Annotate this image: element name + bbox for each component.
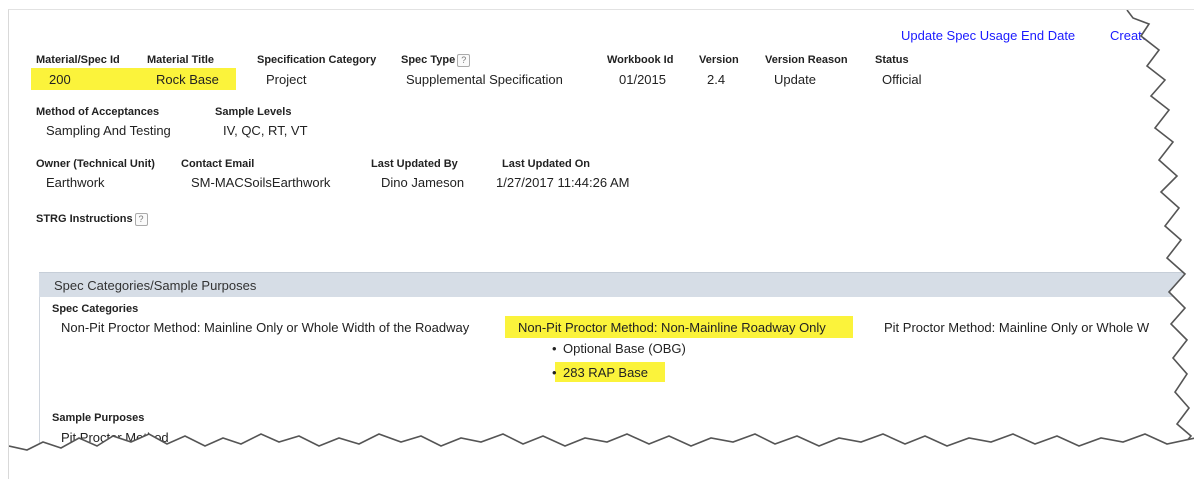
spec-detail-panel: Update Spec Usage End Date Create N Mate…: [8, 9, 1194, 479]
torn-edge-overlay: [9, 10, 1194, 479]
